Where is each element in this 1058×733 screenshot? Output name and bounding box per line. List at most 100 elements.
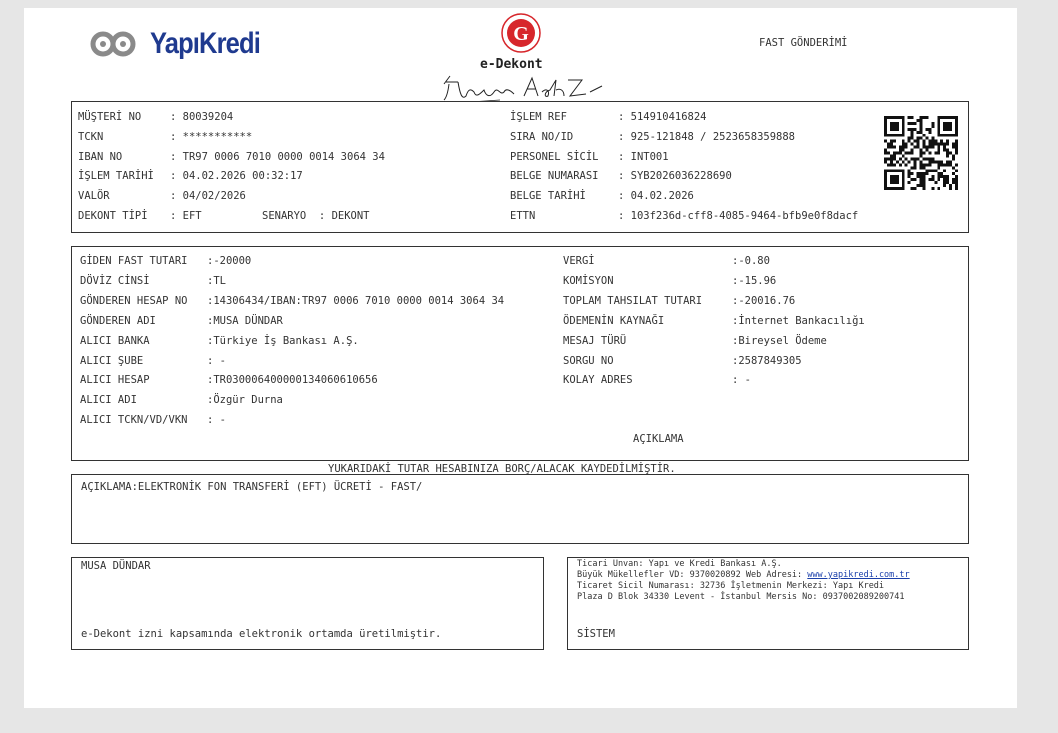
field-row: GİDEN FAST TUTARI :-20000	[80, 255, 251, 267]
field-label: ALICI TCKN/VD/VKN	[80, 414, 188, 427]
footer-customer-name: MUSA DÜNDAR	[81, 560, 151, 572]
field-label: GÖNDEREN ADI	[80, 314, 156, 327]
field-value: :-20016.76	[732, 294, 796, 307]
field-label: VALÖR	[78, 190, 110, 203]
field-row: ÖDEMENİN KAYNAĞI :İnternet Bankacılığı	[563, 315, 865, 327]
field-row: IBAN NO : TR97 0006 7010 0000 0014 3064 3…	[78, 151, 385, 163]
field-label: MÜŞTERİ NO	[78, 111, 142, 123]
customer-footer-box: MUSA DÜNDAR e-Dekont izni kapsamında ele…	[71, 557, 544, 650]
field-value: :-20000	[207, 255, 252, 267]
field-value: : -	[207, 354, 226, 367]
field-value: :TR030006400000134060610656	[207, 374, 378, 387]
field-row: VALÖR : 04/02/2026	[78, 190, 246, 202]
field-value: :2587849305	[732, 354, 802, 367]
field-value: : SYB2026036228690	[618, 170, 732, 183]
field-row: BELGE NUMARASI : SYB2026036228690	[510, 170, 732, 182]
field-value: : -	[207, 414, 226, 427]
bank-trade-name: Ticari Unvan: Yapı ve Kredi Bankası A.Ş.	[577, 559, 782, 569]
yapikredi-logo-icon	[90, 31, 136, 57]
field-row: PERSONEL SİCİL : INT001	[510, 151, 669, 163]
field-label: GÖNDEREN HESAP NO	[80, 294, 188, 307]
field-label: BELGE NUMARASI	[510, 170, 599, 183]
field-label: ALICI ADI	[80, 394, 137, 407]
field-row: İŞLEM TARİHİ : 04.02.2026 00:32:17	[78, 170, 303, 182]
field-label: GİDEN FAST TUTARI	[80, 255, 188, 267]
field-label: TOPLAM TAHSILAT TUTARI	[563, 294, 703, 307]
bank-website-link[interactable]: www.yapikredi.com.tr	[807, 570, 909, 580]
field-label: ALICI HESAP	[80, 374, 150, 387]
bank-footer-box: Ticari Unvan: Yapı ve Kredi Bankası A.Ş.…	[567, 557, 969, 650]
field-row: KOMİSYON :-15.96	[563, 275, 776, 287]
field-row: TCKN : ***********	[78, 131, 252, 143]
bank-address-line: Plaza D Blok 34330 Levent - İstanbul Mer…	[577, 592, 905, 602]
field-label: KOLAY ADRES	[563, 374, 633, 387]
field-row: ALICI ADI:Özgür Durna	[80, 394, 283, 406]
system-label: SİSTEM	[577, 628, 615, 640]
customer-info-box: MÜŞTERİ NO: 80039204 TCKN : *********** IBA…	[71, 101, 969, 233]
field-row: ALICI TCKN/VD/VKN : -	[80, 414, 226, 426]
field-label: ÖDEMENİN KAYNAĞI	[563, 314, 665, 327]
field-label: TCKN	[78, 130, 104, 143]
field-value: :Bireysel Ödeme	[732, 334, 827, 347]
field-value: :İnternet Bankacılığı	[732, 314, 865, 327]
field-row: ALICI ŞUBE : -	[80, 355, 226, 367]
field-value: : -	[732, 374, 751, 387]
field-value: : ***********	[170, 130, 253, 143]
field-label: MESAJ TÜRÜ	[563, 334, 627, 347]
document-type: FAST GÖNDERİMİ	[759, 37, 848, 49]
edekont-note: e-Dekont izni kapsamında elektronik orta…	[81, 628, 442, 640]
field-row: VERGİ:-0.80	[563, 255, 770, 267]
qr-code-icon	[884, 116, 958, 190]
field-row: MÜŞTERİ NO: 80039204	[78, 111, 233, 123]
field-row: İŞLEM REF: 514910416824	[510, 111, 707, 123]
field-value: : TR97 0006 7010 0000 0014 3064 34	[170, 150, 385, 163]
field-value: : 04.02.2026 00:32:17	[170, 170, 303, 183]
field-value: : INT001	[618, 150, 669, 163]
field-row: DEKONT TİPİ: EFT	[78, 210, 202, 222]
aciklama-heading: AÇIKLAMA	[633, 433, 684, 445]
field-row: SIRA NO/ID : 925-121848 / 2523658359888	[510, 131, 795, 143]
yapikredi-logo: YapıKredi	[90, 27, 279, 61]
field-label: BELGE TARİHİ	[510, 190, 586, 203]
scenario-field: SENARYO : DEKONT	[262, 210, 370, 222]
description-text: AÇIKLAMA:ELEKTRONİK FON TRANSFERİ (EFT) …	[81, 481, 423, 493]
svg-text:G: G	[513, 23, 529, 45]
field-label: DEKONT TİPİ	[78, 210, 148, 222]
receipt-page: YapıKredi G e-Dekont FAST GÖNDERİMİ MÜŞT…	[24, 8, 1017, 708]
description-box: AÇIKLAMA:ELEKTRONİK FON TRANSFERİ (EFT) …	[71, 474, 969, 544]
field-label: ALICI BANKA	[80, 334, 150, 347]
field-value: : 925-121848 / 2523658359888	[618, 130, 796, 143]
document-title: e-Dekont	[480, 57, 543, 72]
field-value: :-15.96	[732, 274, 777, 287]
field-row: KOLAY ADRES : -	[563, 374, 751, 386]
field-row: SORGU NO:2587849305	[563, 355, 802, 367]
field-row: MESAJ TÜRÜ :Bireysel Ödeme	[563, 335, 827, 347]
field-row: DÖVİZ CİNSİ :TL	[80, 275, 226, 287]
brand-name: YapıKredi	[150, 27, 261, 60]
field-row: GÖNDEREN ADI:MUSA DÜNDAR	[80, 315, 283, 327]
field-value: : 04/02/2026	[170, 190, 246, 203]
field-label: İŞLEM TARİHİ	[78, 170, 154, 183]
field-value: : 04.02.2026	[618, 190, 694, 203]
bank-tax-web-line: Büyük Mükellefler VD: 9370020892 Web Adr…	[577, 570, 910, 580]
field-label: SIRA NO/ID	[510, 130, 574, 143]
field-row: ETTN : 103f236d-cff8-4085-9464-bfb9e0f8da…	[510, 210, 858, 222]
field-value: :Türkiye İş Bankası A.Ş.	[207, 334, 359, 347]
field-label: KOMİSYON	[563, 274, 614, 287]
bank-seal-icon: G	[501, 13, 541, 53]
field-row: ALICI BANKA :Türkiye İş Bankası A.Ş.	[80, 335, 359, 347]
field-row: TOPLAM TAHSILAT TUTARI :-20016.76	[563, 295, 795, 307]
field-label: DÖVİZ CİNSİ	[80, 274, 150, 287]
field-value: :TL	[207, 274, 226, 287]
field-value: :14306434/IBAN:TR97 0006 7010 0000 0014 …	[207, 294, 505, 307]
field-row: ALICI HESAP :TR030006400000134060610656	[80, 374, 378, 386]
field-label: ALICI ŞUBE	[80, 354, 144, 367]
field-label: PERSONEL SİCİL	[510, 150, 599, 163]
field-row: BELGE TARİHİ : 04.02.2026	[510, 190, 694, 202]
field-value: : 514910416824	[618, 111, 707, 123]
transfer-details-box: GİDEN FAST TUTARI :-20000 DÖVİZ CİNSİ :TL GÖ…	[71, 246, 969, 461]
field-label: ETTN	[510, 210, 536, 222]
field-value: :-0.80	[732, 255, 770, 267]
field-label: IBAN NO	[78, 150, 123, 163]
field-value: : 103f236d-cff8-4085-9464-bfb9e0f8dacf	[618, 210, 859, 222]
